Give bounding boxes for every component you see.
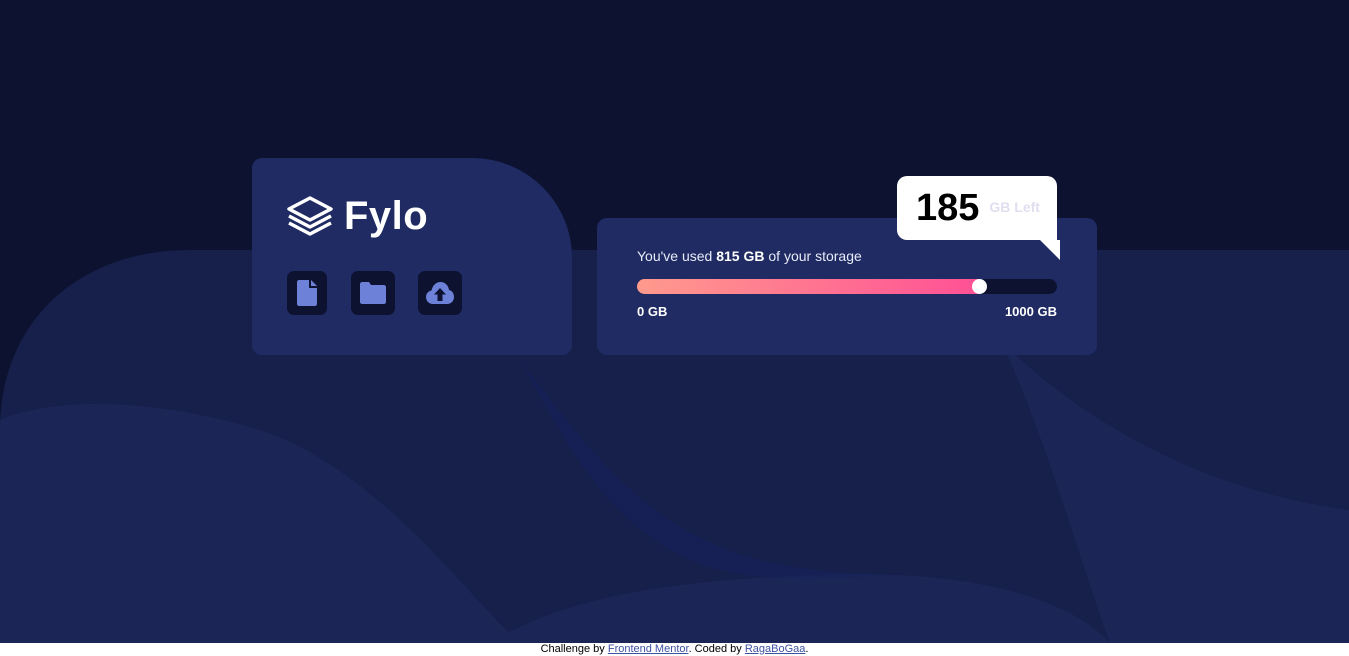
attribution-suffix: . [805, 643, 809, 655]
attribution-prefix: Challenge by [540, 643, 608, 655]
upload-icon [426, 282, 454, 304]
storage-progress-knob [972, 279, 987, 294]
logo: Fylo [287, 194, 428, 238]
storage-progress-track [637, 279, 1057, 294]
remaining-bubble: 185 GB Left [897, 176, 1057, 240]
layers-icon [287, 196, 333, 236]
brand-name: Fylo [344, 194, 429, 238]
remaining-label: GB Left [989, 199, 1040, 215]
author-link[interactable]: RagaBoGaa [745, 643, 806, 655]
attribution-middle: . Coded by [688, 643, 745, 655]
scale-min-label: 0 GB [637, 304, 668, 319]
toolbar [287, 271, 462, 315]
upload-button[interactable] [418, 271, 462, 315]
document-button[interactable] [287, 271, 327, 315]
bubble-tail [1040, 240, 1060, 260]
scale-max-label: 1000 GB [1004, 304, 1057, 319]
storage-progress-fill [637, 279, 986, 294]
document-icon [297, 280, 317, 306]
folder-button[interactable] [351, 271, 395, 315]
frontend-mentor-link[interactable]: Frontend Mentor [608, 643, 689, 655]
logo-card: Fylo [252, 158, 572, 355]
usage-suffix: of your storage [764, 248, 862, 264]
usage-prefix: You've used [637, 248, 717, 264]
usage-text: You've used 815 GB of your storage [637, 248, 862, 264]
folder-icon [360, 282, 386, 304]
attribution: Challenge by Frontend Mentor. Coded by R… [0, 643, 1349, 656]
usage-amount: 815 GB [716, 248, 765, 264]
remaining-value: 185 [916, 187, 980, 229]
